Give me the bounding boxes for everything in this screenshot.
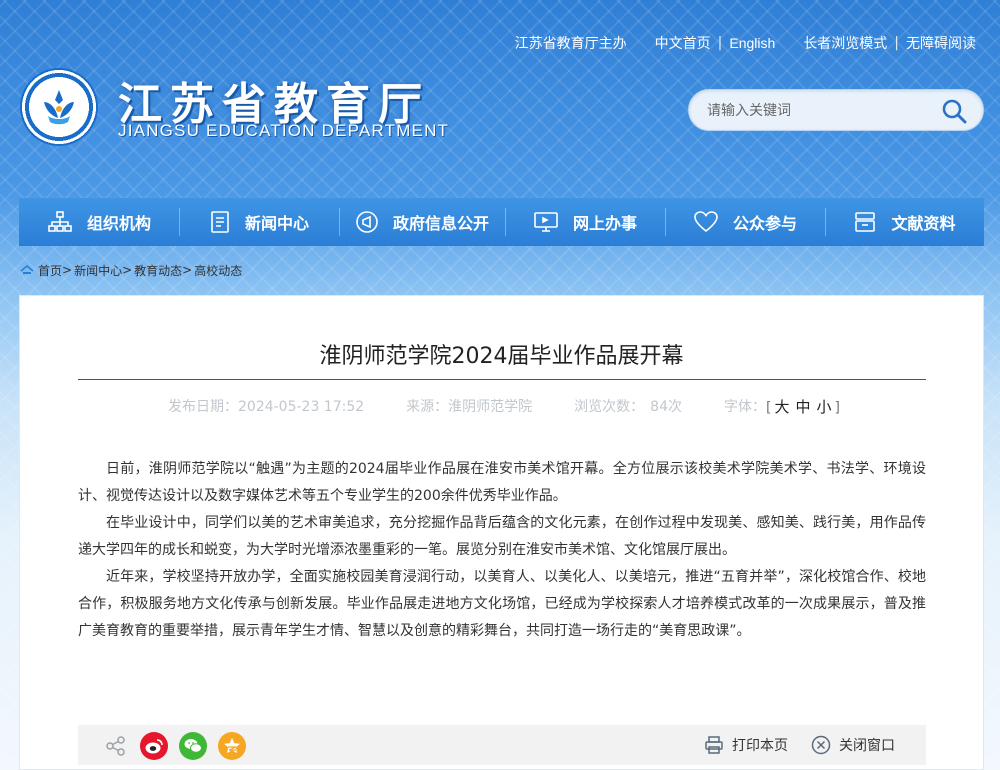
- top-link-elder-mode[interactable]: 长者浏览模式: [803, 33, 887, 53]
- org-chart-icon: [48, 211, 72, 232]
- breadcrumb-education-news[interactable]: 教育动态: [134, 262, 182, 279]
- share-qzone-button[interactable]: [218, 732, 246, 760]
- emblem-icon: [20, 68, 98, 146]
- print-label: 打印本页: [732, 738, 788, 754]
- monitor-icon: [534, 212, 558, 232]
- search-icon: [942, 99, 967, 124]
- view-count-label: 浏览次数：: [574, 399, 645, 415]
- heart-icon: [694, 211, 718, 233]
- share-weibo-button[interactable]: [140, 732, 168, 760]
- article-card: 淮阴师范学院2024届毕业作品展开幕 发布日期：2024-05-23 17:52…: [19, 295, 984, 770]
- site-logo[interactable]: 江苏省教育厅 JIANGSU EDUCATION DEPARTMENT: [18, 66, 458, 150]
- article-title: 淮阴师范学院2024届毕业作品展开幕: [319, 344, 684, 369]
- font-size-medium[interactable]: 中: [792, 398, 813, 416]
- top-link-accessibility[interactable]: 无障碍阅读: [906, 33, 976, 53]
- nav-item-organization[interactable]: 组织机构: [19, 198, 179, 246]
- nav-label: 组织机构: [86, 214, 151, 233]
- article-meta: 发布日期：2024-05-23 17:52 来源：淮阴师范学院 浏览次数： 84…: [168, 396, 840, 416]
- article-paragraph: 在毕业设计中，同学们以美的艺术审美追求，充分挖掘作品背后蕴含的文化元素，在创作过…: [78, 515, 926, 558]
- logo-english-name: JIANGSU EDUCATION DEPARTMENT: [118, 121, 450, 140]
- font-size-small[interactable]: 小: [814, 398, 835, 416]
- archive-icon: [855, 212, 876, 232]
- weibo-icon: [145, 739, 163, 754]
- breadcrumb-news-center[interactable]: 新闻中心: [74, 262, 122, 279]
- main-nav: 组织机构 新闻中心 政府信息公开 网上办事 公众参与 文献资料: [19, 198, 984, 246]
- nav-label: 政府信息公开: [392, 214, 489, 233]
- nav-item-public-participation[interactable]: 公众参与: [665, 198, 825, 246]
- share-wechat-button[interactable]: [179, 732, 207, 760]
- font-size-large[interactable]: 大: [771, 398, 792, 416]
- close-icon: [811, 735, 831, 755]
- search-button[interactable]: [941, 98, 967, 124]
- view-count: 84次: [650, 399, 682, 415]
- top-link-host[interactable]: 江苏省教育厅主办: [515, 33, 627, 53]
- nav-label: 新闻中心: [244, 214, 309, 233]
- nav-item-online-service[interactable]: 网上办事: [505, 198, 665, 246]
- share-icon: [106, 736, 125, 756]
- breadcrumb-university-news[interactable]: 高校动态: [194, 262, 242, 279]
- close-label: 关闭窗口: [839, 738, 895, 754]
- close-window-button[interactable]: 关闭窗口: [811, 735, 895, 755]
- title-divider: [78, 379, 926, 380]
- article-body: 日前，淮阴师范学院以“触遇”为主题的2024届毕业作品展在淮安市美术馆开幕。全方…: [78, 456, 926, 645]
- article-source: 来源：淮阴师范学院: [406, 399, 533, 415]
- article-paragraph: 日前，淮阴师范学院以“触遇”为主题的2024届毕业作品展在淮安市美术馆开幕。全方…: [78, 461, 926, 504]
- megaphone-icon: [356, 211, 378, 233]
- nav-label: 网上办事: [572, 214, 637, 233]
- breadcrumb: 首页 > 新闻中心 > 教育动态 > 高校动态: [20, 262, 242, 278]
- font-size-label: 字体：: [724, 399, 766, 415]
- top-links: 江苏省教育厅主办 中文首页 | English 长者浏览模式 | 无障碍阅读: [514, 33, 976, 53]
- nav-label: 文献资料: [891, 214, 956, 233]
- breadcrumb-home[interactable]: 首页: [38, 262, 62, 279]
- printer-icon: [705, 736, 723, 754]
- top-link-english[interactable]: English: [729, 35, 775, 51]
- search-box: [688, 89, 984, 131]
- wechat-icon: [184, 739, 202, 753]
- article-paragraph: 近年来，学校坚持开放办学，全面实施校园美育浸润行动，以美育人、以美化人、以美培元…: [78, 569, 926, 639]
- search-input[interactable]: [707, 99, 927, 123]
- share-button[interactable]: [102, 732, 130, 760]
- publish-date: 发布日期：2024-05-23 17:52: [168, 399, 365, 415]
- nav-item-news[interactable]: 新闻中心: [179, 198, 339, 246]
- nav-label: 公众参与: [732, 214, 797, 233]
- document-icon: [211, 211, 229, 233]
- top-link-chinese-home[interactable]: 中文首页: [655, 33, 711, 53]
- nav-item-gov-info[interactable]: 政府信息公开: [339, 198, 505, 246]
- share-bar: 打印本页 关闭窗口: [78, 725, 926, 765]
- print-button[interactable]: 打印本页: [704, 735, 788, 755]
- nav-item-documents[interactable]: 文献资料: [825, 198, 984, 246]
- home-icon: [20, 265, 34, 274]
- qzone-icon: [224, 738, 240, 753]
- font-size-switch: [大中小]: [766, 397, 840, 416]
